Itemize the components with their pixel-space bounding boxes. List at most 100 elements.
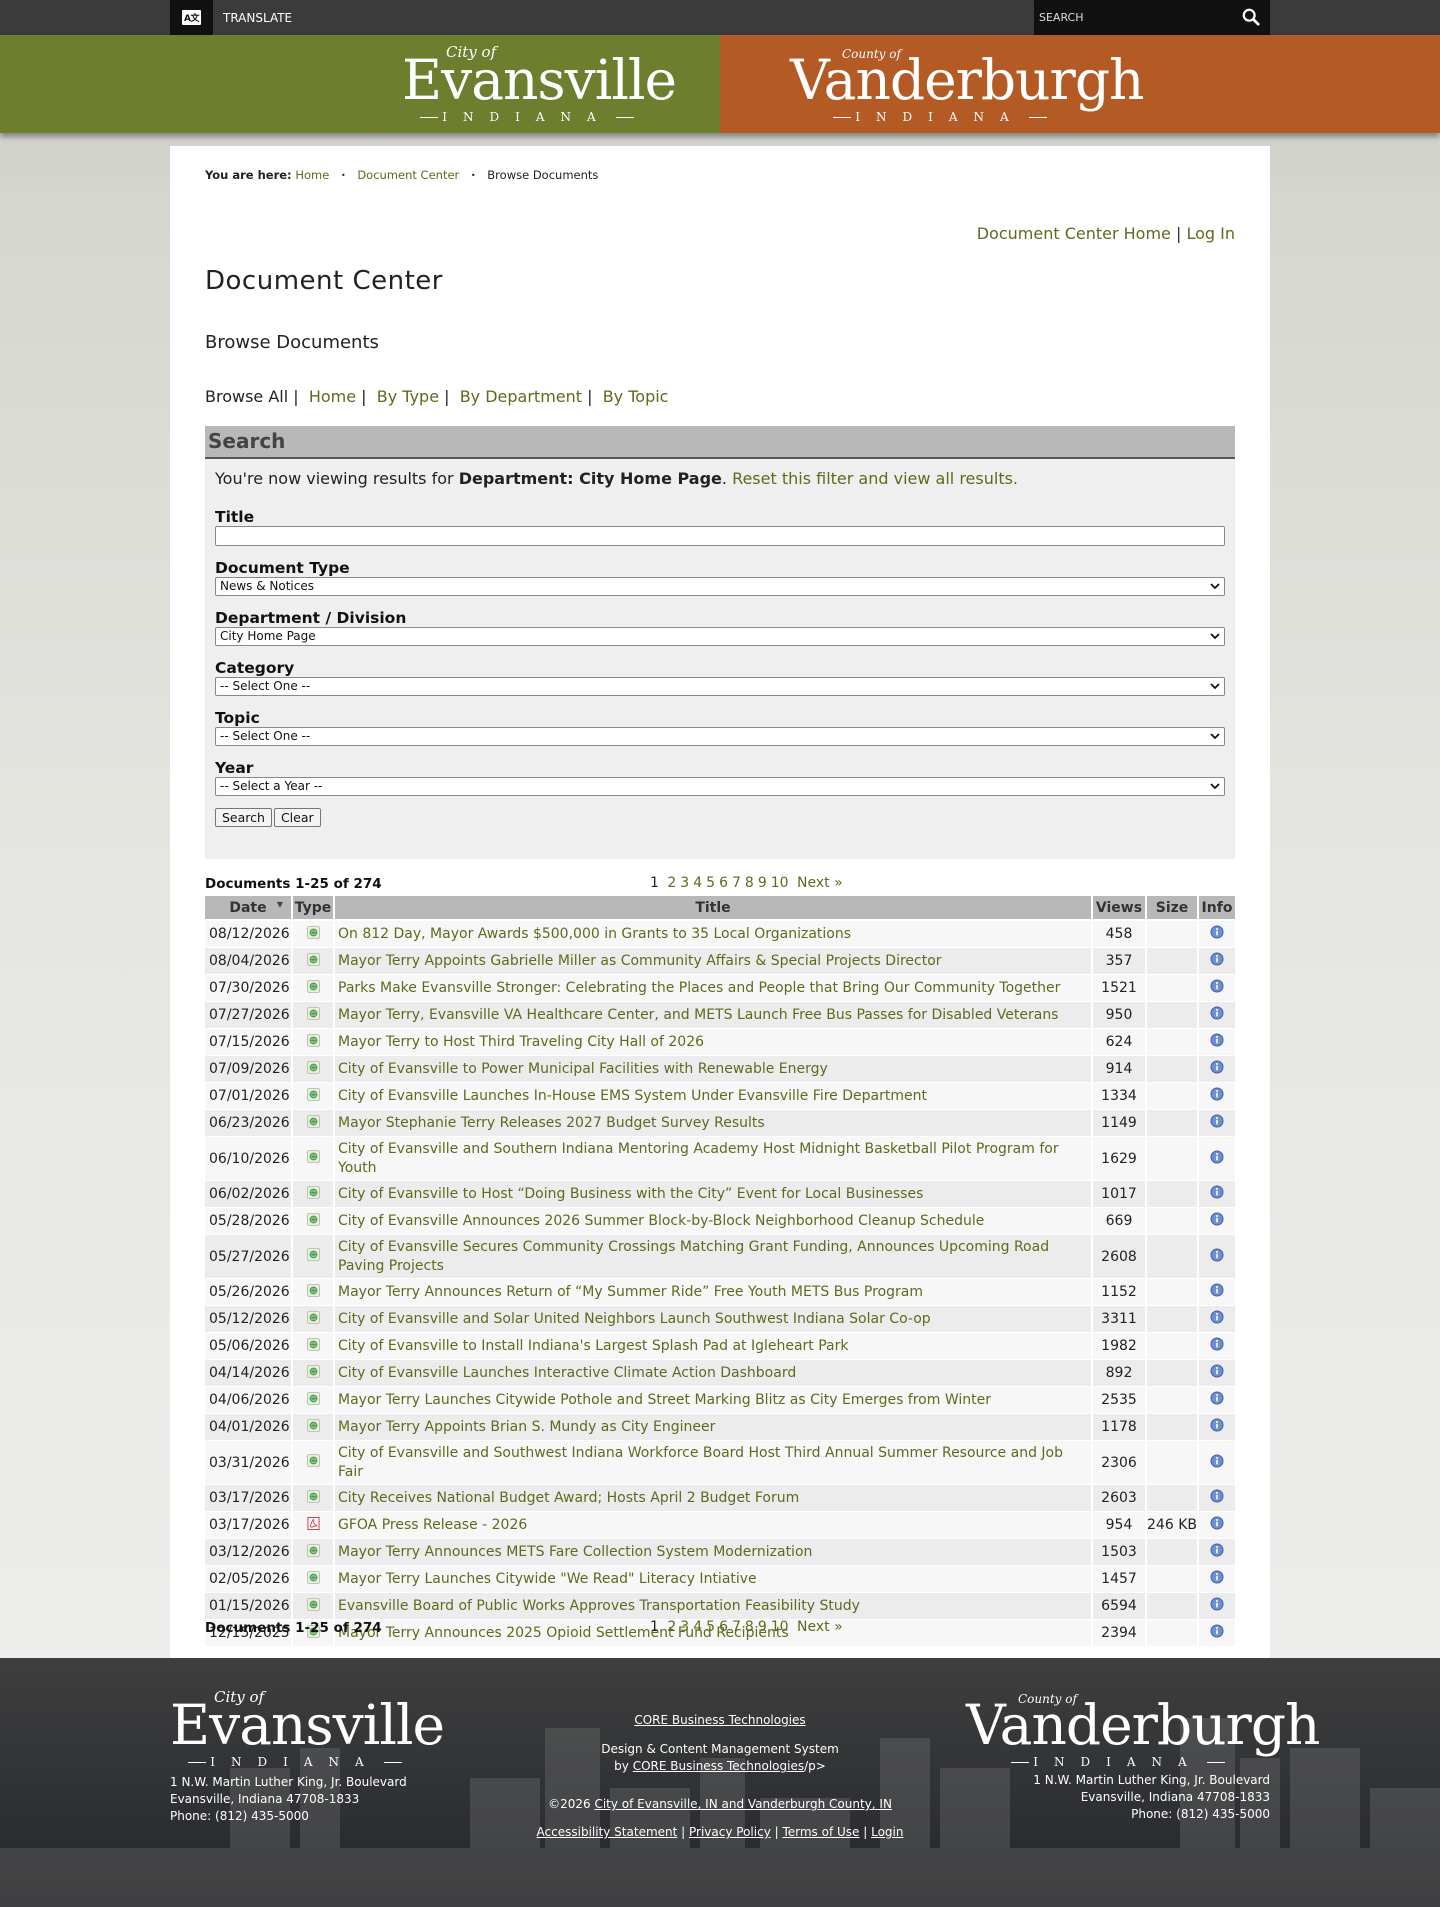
info-icon[interactable] bbox=[1210, 1364, 1224, 1378]
info-icon[interactable] bbox=[1210, 1489, 1224, 1503]
pager-link[interactable]: 4 bbox=[693, 1619, 702, 1635]
pager-link[interactable]: 6 bbox=[719, 875, 728, 891]
info-icon[interactable] bbox=[1210, 1310, 1224, 1324]
pager-link[interactable]: 7 bbox=[732, 875, 741, 891]
document-title-link[interactable]: City of Evansville and Southwest Indiana… bbox=[338, 1445, 1063, 1480]
info-icon[interactable] bbox=[1210, 1006, 1224, 1020]
document-title-link[interactable]: City of Evansville to Power Municipal Fa… bbox=[338, 1061, 828, 1077]
pager-link[interactable]: 7 bbox=[732, 1619, 741, 1635]
info-icon[interactable] bbox=[1210, 1454, 1224, 1468]
document-info-cell[interactable] bbox=[1197, 1333, 1235, 1360]
info-icon[interactable] bbox=[1210, 1114, 1224, 1128]
document-title-link[interactable]: City of Evansville to Host “Doing Busine… bbox=[338, 1186, 923, 1202]
document-title-link[interactable]: Parks Make Evansville Stronger: Celebrat… bbox=[338, 980, 1060, 996]
info-icon[interactable] bbox=[1210, 1337, 1224, 1351]
breadcrumb-document-center[interactable]: Document Center bbox=[357, 168, 459, 182]
pager-link[interactable]: 3 bbox=[680, 1619, 689, 1635]
footer-login-link[interactable]: Login bbox=[871, 1825, 903, 1839]
document-info-cell[interactable] bbox=[1197, 948, 1235, 975]
core-by-link[interactable]: CORE Business Technologies bbox=[633, 1759, 804, 1773]
column-header-title[interactable]: Title bbox=[333, 896, 1091, 921]
document-title-link[interactable]: City of Evansville to Install Indiana's … bbox=[338, 1338, 849, 1354]
info-icon[interactable] bbox=[1210, 1283, 1224, 1297]
pager-next[interactable]: Next » bbox=[797, 875, 843, 891]
info-icon[interactable] bbox=[1210, 1516, 1224, 1530]
document-title-link[interactable]: City of Evansville Launches In-House EMS… bbox=[338, 1088, 927, 1104]
info-icon[interactable] bbox=[1210, 1248, 1224, 1262]
county-logo[interactable]: County of Vanderburgh INDIANA bbox=[790, 43, 1144, 124]
document-info-cell[interactable] bbox=[1197, 1056, 1235, 1083]
info-icon[interactable] bbox=[1210, 1391, 1224, 1405]
info-icon[interactable] bbox=[1210, 979, 1224, 993]
info-icon[interactable] bbox=[1210, 1418, 1224, 1432]
pager-link[interactable]: 6 bbox=[719, 1619, 728, 1635]
document-info-cell[interactable] bbox=[1197, 1208, 1235, 1235]
info-icon[interactable] bbox=[1210, 952, 1224, 966]
pager-link[interactable]: 8 bbox=[745, 875, 754, 891]
info-icon[interactable] bbox=[1210, 1212, 1224, 1226]
info-icon[interactable] bbox=[1210, 1543, 1224, 1557]
browse-home-link[interactable]: Home bbox=[309, 387, 356, 406]
info-icon[interactable] bbox=[1210, 1185, 1224, 1199]
info-icon[interactable] bbox=[1210, 1570, 1224, 1584]
pager-link[interactable]: 8 bbox=[745, 1619, 754, 1635]
department-select[interactable]: City Home Page bbox=[215, 627, 1225, 646]
document-title-link[interactable]: On 812 Day, Mayor Awards $500,000 in Gra… bbox=[338, 926, 851, 942]
document-title-link[interactable]: Mayor Terry Appoints Gabrielle Miller as… bbox=[338, 953, 942, 969]
clear-button[interactable]: Clear bbox=[273, 808, 321, 827]
login-link[interactable]: Log In bbox=[1186, 224, 1235, 243]
info-icon[interactable] bbox=[1210, 1087, 1224, 1101]
document-type-select[interactable]: News & Notices bbox=[215, 577, 1225, 596]
reset-filter-link[interactable]: Reset this filter and view all results. bbox=[732, 469, 1018, 488]
document-title-link[interactable]: City of Evansville Launches Interactive … bbox=[338, 1365, 796, 1381]
document-title-link[interactable]: GFOA Press Release - 2026 bbox=[338, 1517, 527, 1533]
document-title-link[interactable]: Mayor Stephanie Terry Releases 2027 Budg… bbox=[338, 1115, 765, 1131]
accessibility-statement-link[interactable]: Accessibility Statement bbox=[537, 1825, 678, 1839]
footer-city-logo[interactable]: City of Evansville INDIANA bbox=[170, 1688, 445, 1769]
document-title-link[interactable]: Mayor Terry Appoints Brian S. Mundy as C… bbox=[338, 1419, 715, 1435]
column-header-date[interactable]: Date ▼ bbox=[205, 896, 291, 921]
pager-link[interactable]: 5 bbox=[706, 1619, 715, 1635]
document-info-cell[interactable] bbox=[1197, 1485, 1235, 1512]
document-title-link[interactable]: City of Evansville Secures Community Cro… bbox=[338, 1239, 1049, 1274]
column-header-type[interactable]: Type bbox=[291, 896, 333, 921]
info-icon[interactable] bbox=[1210, 1624, 1224, 1638]
topic-select[interactable]: -- Select One -- bbox=[215, 727, 1225, 746]
terms-of-use-link[interactable]: Terms of Use bbox=[782, 1825, 859, 1839]
document-title-link[interactable]: Mayor Terry to Host Third Traveling City… bbox=[338, 1034, 704, 1050]
info-icon[interactable] bbox=[1210, 1060, 1224, 1074]
document-info-cell[interactable] bbox=[1197, 1110, 1235, 1137]
privacy-policy-link[interactable]: Privacy Policy bbox=[689, 1825, 771, 1839]
year-select[interactable]: -- Select a Year -- bbox=[215, 777, 1225, 796]
document-info-cell[interactable] bbox=[1197, 1279, 1235, 1306]
search-button[interactable]: Search bbox=[215, 808, 272, 827]
document-title-link[interactable]: Mayor Terry Announces METS Fare Collecti… bbox=[338, 1544, 812, 1560]
pager-link[interactable]: 10 bbox=[771, 1619, 789, 1635]
translate-button[interactable]: A文 TRANSLATE bbox=[170, 0, 292, 35]
copyright-link[interactable]: City of Evansville, IN and Vanderburgh C… bbox=[594, 1797, 891, 1811]
document-info-cell[interactable] bbox=[1197, 1029, 1235, 1056]
document-info-cell[interactable] bbox=[1197, 1414, 1235, 1441]
document-title-link[interactable]: City of Evansville and Solar United Neig… bbox=[338, 1311, 931, 1327]
document-title-link[interactable]: Mayor Terry Launches Citywide "We Read" … bbox=[338, 1571, 757, 1587]
document-info-cell[interactable] bbox=[1197, 1181, 1235, 1208]
category-select[interactable]: -- Select One -- bbox=[215, 677, 1225, 696]
document-title-link[interactable]: Mayor Terry Announces Return of “My Summ… bbox=[338, 1284, 923, 1300]
document-info-cell[interactable] bbox=[1197, 1387, 1235, 1414]
info-icon[interactable] bbox=[1210, 925, 1224, 939]
column-header-size[interactable]: Size bbox=[1145, 896, 1197, 921]
browse-by-department-link[interactable]: By Department bbox=[460, 387, 582, 406]
footer-county-logo[interactable]: County of Vanderburgh INDIANA bbox=[966, 1688, 1320, 1769]
info-icon[interactable] bbox=[1210, 1597, 1224, 1611]
title-input[interactable] bbox=[215, 526, 1225, 546]
site-search-input[interactable] bbox=[1034, 11, 1224, 24]
core-link[interactable]: CORE Business Technologies bbox=[634, 1713, 805, 1727]
pager-link[interactable]: 9 bbox=[758, 875, 767, 891]
document-title-link[interactable]: City Receives National Budget Award; Hos… bbox=[338, 1490, 799, 1506]
document-title-link[interactable]: Mayor Terry Launches Citywide Pothole an… bbox=[338, 1392, 991, 1408]
document-info-cell[interactable] bbox=[1197, 1566, 1235, 1593]
document-info-cell[interactable] bbox=[1197, 1002, 1235, 1029]
document-info-cell[interactable] bbox=[1197, 1593, 1235, 1620]
pager-link[interactable]: 4 bbox=[693, 875, 702, 891]
document-info-cell[interactable] bbox=[1197, 1306, 1235, 1333]
